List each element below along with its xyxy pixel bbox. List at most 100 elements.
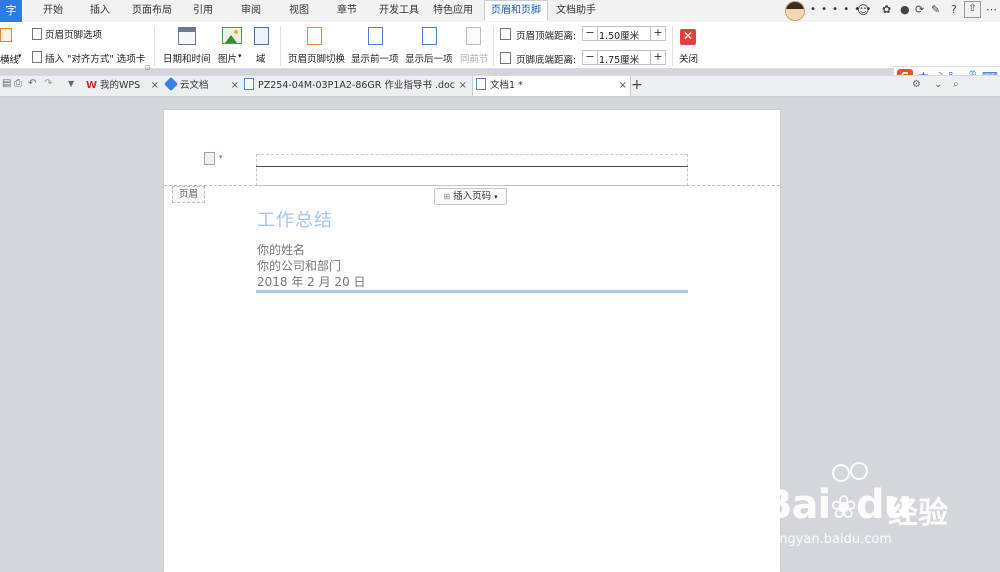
tab-cloud-docs[interactable]: 云文档 ×: [163, 76, 242, 96]
theme-icon[interactable]: ●: [900, 3, 910, 16]
separator: [154, 26, 155, 66]
baidu-watermark: Bai❀du 经验 jingyan.baidu.com: [762, 462, 1000, 572]
same-as-previous-icon: [466, 27, 481, 45]
tab-page-layout[interactable]: 页面布局: [128, 0, 176, 22]
calendar-icon: [178, 27, 196, 45]
chevron-down-icon[interactable]: ▾: [238, 52, 242, 60]
dialog-launcher-icon[interactable]: ◲: [145, 64, 151, 71]
save-icon[interactable]: ▤: [2, 78, 11, 89]
date-time-button[interactable]: 日期和时间: [163, 51, 211, 65]
document-page: ▾ 页眉 ⊞ 插入页码 ▾ 工作总结 你的姓名 你的公司和部门 2018 年 2…: [164, 110, 780, 572]
watermark-jingyan: 经验: [888, 496, 948, 531]
more-icon[interactable]: ⋯: [986, 3, 997, 16]
show-next-button[interactable]: 显示后一项: [405, 51, 453, 65]
header-rule: [256, 166, 688, 167]
doc-icon: [476, 78, 486, 90]
decrement-button[interactable]: −: [583, 27, 598, 40]
footer-bottom-distance-label: 页脚底端距离:: [516, 55, 577, 66]
user-avatar[interactable]: [785, 1, 805, 21]
show-previous-button[interactable]: 显示前一项: [351, 51, 399, 65]
settings-icon[interactable]: ✿: [882, 3, 891, 16]
insert-page-number-label: 插入页码: [453, 191, 492, 202]
header-footer-options-button[interactable]: 页眉页脚选项: [45, 27, 102, 41]
header-line-button[interactable]: 横线: [0, 52, 19, 66]
separator: [493, 26, 494, 66]
insert-align-tab-button[interactable]: 插入 "对齐方式" 选项卡: [45, 51, 145, 65]
header-line-icon[interactable]: [0, 28, 12, 42]
paw-icon: [850, 462, 868, 480]
minimize-icon[interactable]: ⌄: [934, 79, 942, 90]
print-preview-icon[interactable]: ⎙: [14, 78, 22, 89]
picture-button[interactable]: 图片: [218, 51, 237, 65]
paw-icon: [832, 464, 850, 482]
field-button[interactable]: 域: [256, 51, 266, 65]
header-label: 页眉: [172, 186, 205, 203]
close-header-footer-button[interactable]: 关闭: [679, 51, 698, 65]
tab-developer[interactable]: 开发工具: [376, 0, 422, 22]
decrement-button[interactable]: −: [583, 51, 598, 64]
show-next-icon: [422, 27, 437, 45]
undo-icon[interactable]: ↶: [28, 78, 36, 89]
tab-insert[interactable]: 插入: [85, 0, 115, 22]
doc-icon[interactable]: [204, 152, 215, 165]
title-divider: [256, 290, 688, 293]
document-title[interactable]: 工作总结: [257, 206, 333, 232]
chevron-down-icon[interactable]: ▼: [68, 79, 74, 88]
increment-button[interactable]: +: [650, 51, 665, 64]
close-tab-icon[interactable]: ×: [619, 76, 627, 96]
tab-references[interactable]: 引用: [188, 0, 218, 22]
page-number-icon: ⊞: [443, 192, 451, 201]
tab-document1[interactable]: 文档1 * ×: [472, 76, 631, 96]
pen-icon[interactable]: ✎: [931, 3, 940, 16]
footer-distance-stepper[interactable]: − 1.75厘米 +: [582, 50, 666, 66]
header-footer-options-icon: [32, 28, 42, 40]
document-date[interactable]: 2018 年 2 月 20 日: [257, 273, 366, 290]
same-as-previous-button[interactable]: 同前节: [460, 51, 489, 65]
increment-button[interactable]: +: [650, 27, 665, 40]
show-previous-icon: [368, 27, 383, 45]
header-area[interactable]: [256, 154, 688, 186]
tab-chapter[interactable]: 章节: [332, 0, 362, 22]
tab-pz254-doc[interactable]: PZ254-04M-03P1A2-86GR 作业指导书 .doc ×: [242, 76, 470, 96]
tab-label: PZ254-04M-03P1A2-86GR 作业指导书 .doc: [258, 80, 456, 91]
watermark-url: jingyan.baidu.com: [772, 532, 892, 547]
switch-header-footer-icon: [307, 27, 322, 45]
header-boundary: [164, 185, 780, 186]
close-tab-icon[interactable]: ×: [151, 76, 159, 96]
header-distance-icon: [500, 28, 511, 40]
company-department[interactable]: 你的公司和部门: [257, 257, 341, 274]
header-distance-stepper[interactable]: − 1.50厘米 +: [582, 26, 666, 42]
switch-header-footer-button[interactable]: 页眉页脚切换: [288, 51, 345, 65]
tab-home[interactable]: 开始: [36, 0, 70, 22]
author-name[interactable]: 你的姓名: [257, 241, 305, 258]
separator: [280, 26, 281, 66]
sync-icon[interactable]: ⟳: [915, 3, 924, 16]
skin-icon[interactable]: ☺: [857, 3, 870, 17]
tab-label: 文档1 *: [490, 80, 523, 91]
new-tab-button[interactable]: +: [631, 76, 643, 95]
search-icon[interactable]: ⌕: [953, 79, 959, 90]
paw-glyph: ❀: [830, 488, 857, 526]
restore-icon[interactable]: ⇧: [964, 1, 981, 18]
close-tab-icon[interactable]: ×: [231, 76, 239, 96]
app-menu-button[interactable]: 字: [0, 0, 22, 22]
tab-review[interactable]: 审阅: [236, 0, 266, 22]
chevron-down-icon[interactable]: ▾: [18, 52, 22, 60]
tab-doc-assistant[interactable]: 文档助手: [553, 0, 599, 22]
wps-logo-icon: W: [86, 80, 98, 91]
chevron-down-icon[interactable]: ▾: [219, 153, 223, 161]
help-icon[interactable]: ?: [951, 3, 957, 16]
tab-view[interactable]: 视图: [284, 0, 314, 22]
header-distance-value[interactable]: 1.50厘米: [599, 28, 639, 42]
tab-options-icon[interactable]: ⚙: [912, 79, 921, 90]
insert-page-number-button[interactable]: ⊞ 插入页码 ▾: [434, 188, 507, 205]
tab-header-footer[interactable]: 页眉和页脚: [484, 0, 548, 21]
close-icon[interactable]: ✕: [680, 29, 696, 45]
footer-distance-value[interactable]: 1.75厘米: [599, 52, 639, 66]
brand-part: Bai: [762, 482, 831, 528]
tab-my-wps[interactable]: W 我的WPS ×: [84, 76, 162, 96]
tab-special-apps[interactable]: 特色应用: [430, 0, 476, 22]
close-tab-icon[interactable]: ×: [459, 76, 467, 96]
separator: [672, 26, 673, 66]
redo-icon[interactable]: ↷: [44, 78, 52, 89]
